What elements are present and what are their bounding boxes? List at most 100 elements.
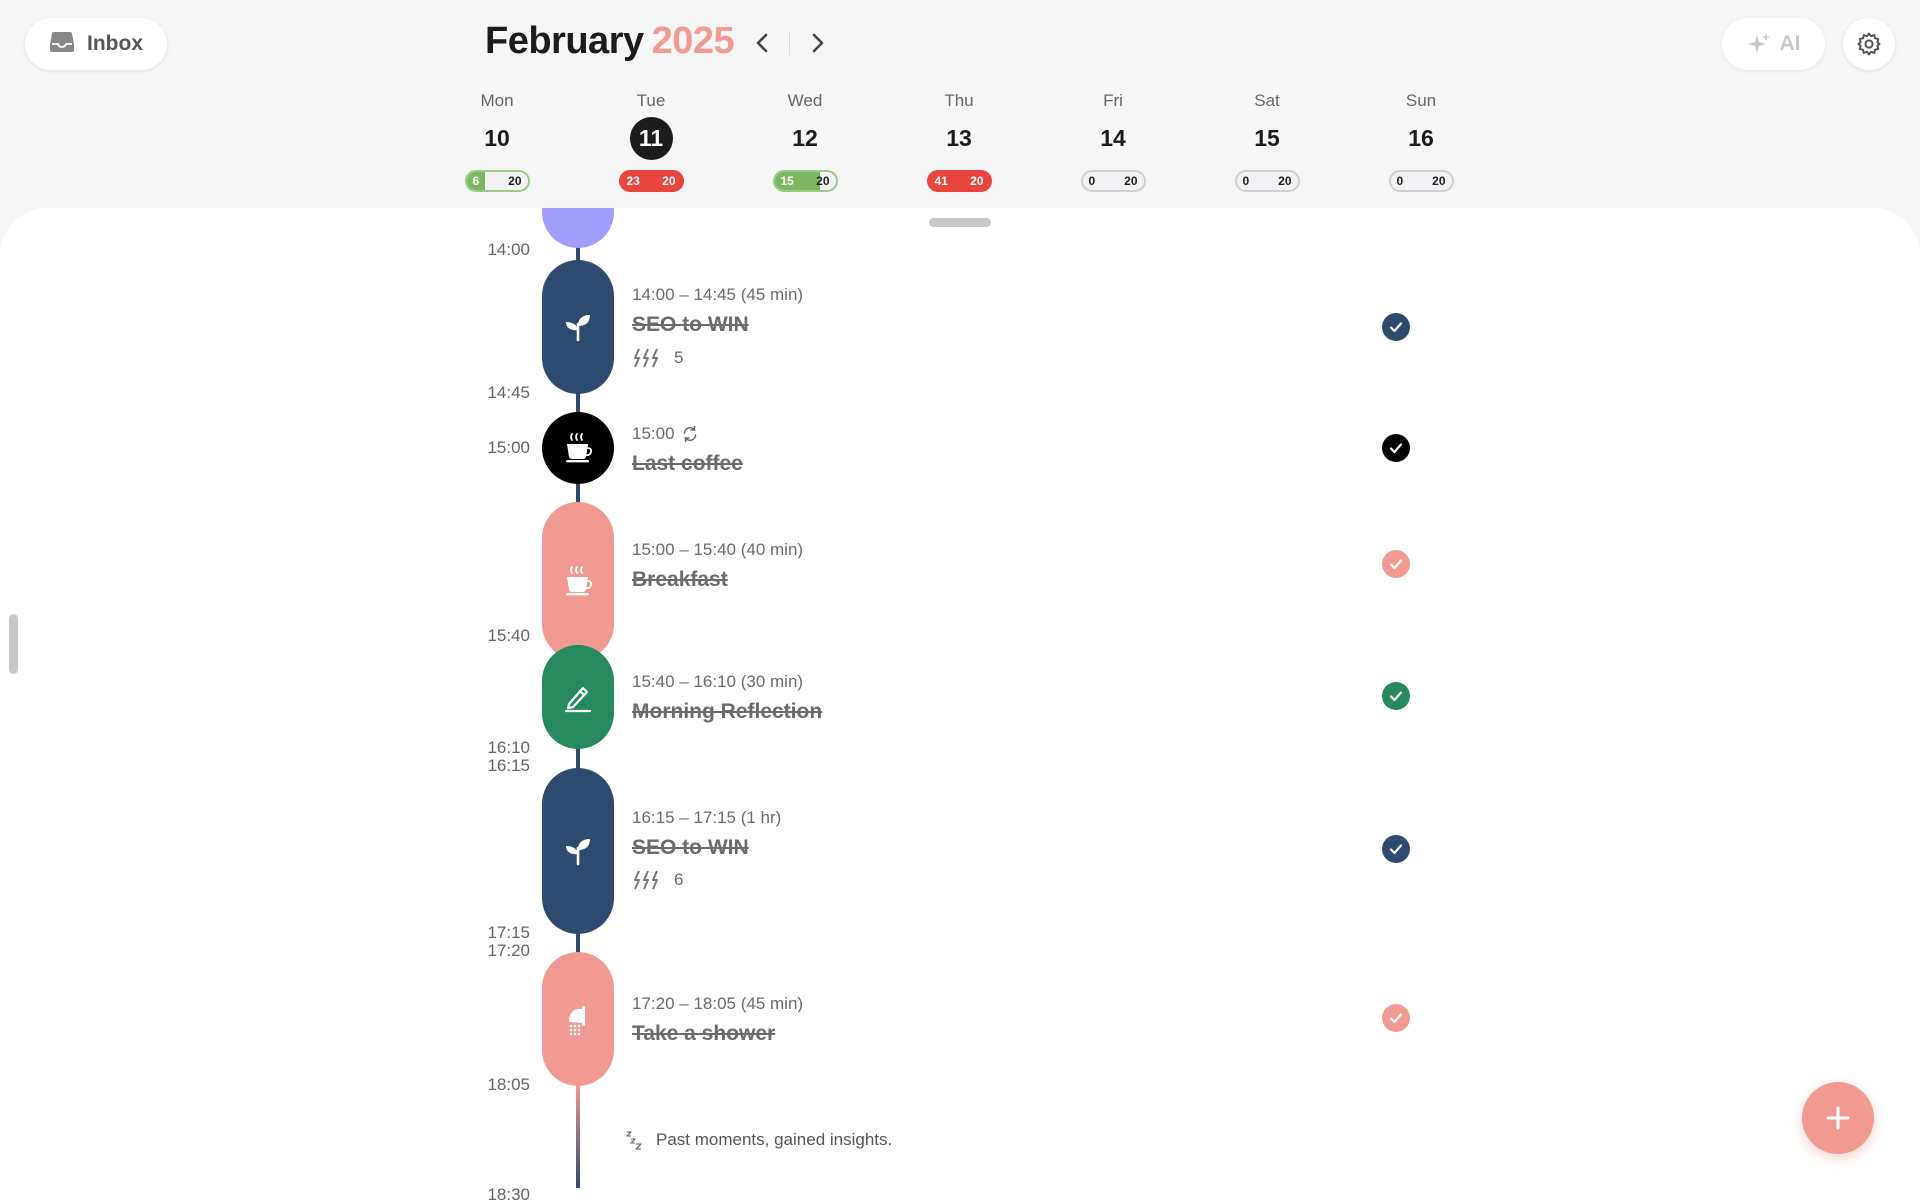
event-title[interactable]: SEO to WIN xyxy=(632,836,749,860)
day-of-week: Tue xyxy=(636,91,666,110)
settings-button[interactable] xyxy=(1843,18,1895,70)
day-of-week: Fri xyxy=(1103,91,1123,110)
task-count-pill: 0 20 xyxy=(1388,170,1454,192)
event-cap[interactable] xyxy=(542,502,614,660)
day-number: 12 xyxy=(792,124,818,151)
day-thu[interactable]: Thu 13 41 20 xyxy=(909,88,1009,192)
event-cap[interactable] xyxy=(542,952,614,1086)
event-title[interactable]: Morning Reflection xyxy=(632,700,822,724)
time-label: 18:30 xyxy=(487,1185,530,1200)
event-cap[interactable] xyxy=(542,412,614,484)
subtask-count: 6 xyxy=(674,870,684,889)
event-cap[interactable] xyxy=(542,768,614,934)
event-time: 15:00 – 15:40 (40 min) xyxy=(632,540,804,559)
effort-bolt-icon xyxy=(634,348,658,368)
coffee-icon xyxy=(566,566,593,596)
complete-checkbox[interactable] xyxy=(1382,313,1410,341)
complete-checkbox[interactable] xyxy=(1382,1004,1410,1032)
time-label: 16:10 xyxy=(487,738,530,757)
task-count-pill: 41 20 xyxy=(926,170,992,192)
repeat-icon xyxy=(683,425,696,443)
chevron-left-icon xyxy=(756,33,768,53)
checkmark-icon xyxy=(1389,691,1403,702)
target-count: 20 xyxy=(1432,174,1446,188)
time-label: 15:00 xyxy=(487,438,530,457)
event-time: 17:20 – 18:05 (45 min) xyxy=(632,994,804,1013)
complete-checkbox[interactable] xyxy=(1382,550,1410,578)
done-count: 41 xyxy=(934,174,948,188)
event-cap[interactable] xyxy=(542,260,614,394)
next-week-button[interactable] xyxy=(802,28,832,58)
event-title[interactable]: Take a shower xyxy=(632,1022,775,1046)
day-sat[interactable]: Sat 15 0 20 xyxy=(1217,88,1317,192)
target-count: 20 xyxy=(1124,174,1138,188)
event-time-text: 15:00 xyxy=(632,424,675,443)
event-title[interactable]: Last coffee xyxy=(632,452,743,476)
effort-bolt-icon xyxy=(634,870,658,890)
task-count-pill: 0 20 xyxy=(1080,170,1146,192)
task-count-pill: 0 20 xyxy=(1234,170,1300,192)
done-count: 0 xyxy=(1242,174,1250,188)
complete-checkbox[interactable] xyxy=(1382,682,1410,710)
done-count: 0 xyxy=(1396,174,1404,188)
day-tue[interactable]: Tue 11 23 20 xyxy=(601,88,701,192)
event-time: 15:00 xyxy=(632,424,699,444)
time-label: 17:15 xyxy=(487,923,530,942)
ai-button[interactable]: AI xyxy=(1722,18,1825,70)
year-label: 2025 xyxy=(651,20,735,62)
day-of-week: Mon xyxy=(480,91,514,110)
shower-icon xyxy=(569,1006,585,1036)
complete-checkbox[interactable] xyxy=(1382,434,1410,462)
coffee-icon xyxy=(566,433,593,463)
gear-icon xyxy=(1857,32,1881,56)
idle-note-text: Past moments, gained insights. xyxy=(656,1130,893,1149)
time-label: 18:05 xyxy=(487,1075,530,1094)
day-fri[interactable]: Fri 14 0 20 xyxy=(1063,88,1163,192)
day-of-week: Sun xyxy=(1405,91,1437,110)
event-cap[interactable] xyxy=(542,645,614,749)
inbox-button[interactable]: Inbox xyxy=(25,18,167,70)
event-cap-previous[interactable] xyxy=(542,208,614,248)
target-count: 20 xyxy=(816,174,830,188)
done-count: 6 xyxy=(472,174,480,188)
event-time: 16:15 – 17:15 (1 hr) xyxy=(632,808,782,827)
timeline-sheet[interactable]: 14:00 14:45 15:00 15:40 16:10 16:15 17:1… xyxy=(0,208,1920,1200)
event-title[interactable]: Breakfast xyxy=(632,568,728,592)
ai-label: AI xyxy=(1779,32,1801,55)
day-mon[interactable]: Mon 10 6 20 xyxy=(447,88,547,192)
day-of-week: Sat xyxy=(1254,91,1280,110)
target-count: 20 xyxy=(1278,174,1292,188)
day-number: 11 xyxy=(629,116,673,160)
time-label: 17:20 xyxy=(487,941,530,960)
sprout-icon xyxy=(566,839,590,866)
target-count: 20 xyxy=(662,174,676,188)
checkmark-icon xyxy=(1389,844,1403,855)
time-label: 16:15 xyxy=(487,756,530,775)
sheet-grabber[interactable] xyxy=(929,218,991,227)
event-title[interactable]: SEO to WIN xyxy=(632,313,749,337)
day-number: 14 xyxy=(1100,124,1126,151)
day-of-week: Thu xyxy=(944,91,974,110)
idle-gap-note: Past moments, gained insights. xyxy=(626,1130,892,1150)
scroll-handle[interactable] xyxy=(9,614,18,674)
target-count: 20 xyxy=(508,174,522,188)
event-subtasks: 6 xyxy=(632,870,683,890)
day-number: 10 xyxy=(484,124,510,151)
chevron-right-icon xyxy=(812,33,824,53)
add-event-button[interactable] xyxy=(1802,1082,1874,1154)
day-wed[interactable]: Wed 12 15 20 xyxy=(755,88,855,192)
done-count: 23 xyxy=(626,174,640,188)
nav-divider xyxy=(789,31,790,55)
task-count-pill: 15 20 xyxy=(772,170,838,192)
day-sun[interactable]: Sun 16 0 20 xyxy=(1371,88,1471,192)
previous-week-button[interactable] xyxy=(748,28,778,58)
checkmark-icon xyxy=(1389,443,1403,454)
event-time: 15:40 – 16:10 (30 min) xyxy=(632,672,804,691)
time-label: 14:00 xyxy=(487,240,530,259)
sparkle-icon xyxy=(1747,33,1770,53)
target-count: 20 xyxy=(970,174,984,188)
day-of-week: Wed xyxy=(787,91,823,110)
inbox-label: Inbox xyxy=(87,32,143,55)
event-time: 14:00 – 14:45 (45 min) xyxy=(632,285,804,304)
complete-checkbox[interactable] xyxy=(1382,835,1410,863)
